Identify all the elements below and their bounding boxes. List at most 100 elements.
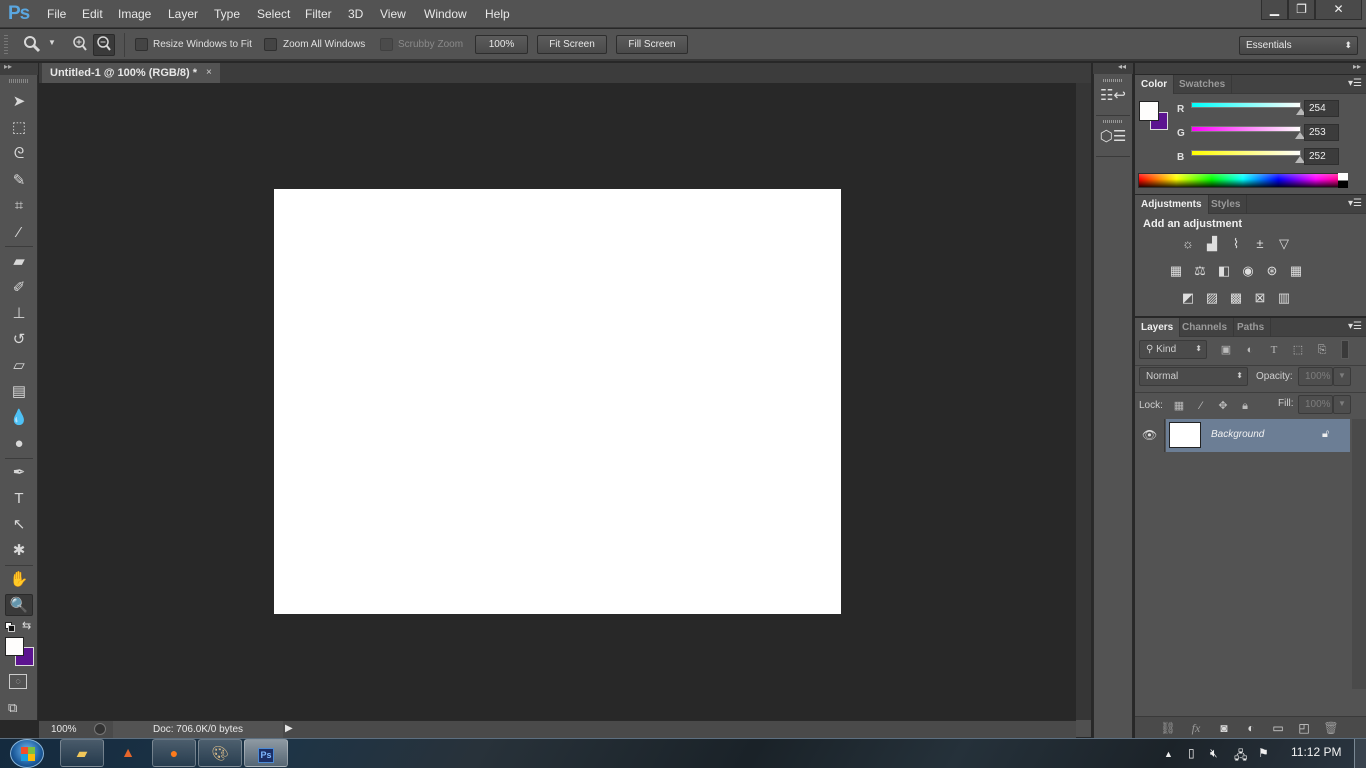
menu-image[interactable]: Image: [118, 7, 151, 21]
tab-styles[interactable]: Styles: [1205, 195, 1248, 214]
quick-mask-icon[interactable]: ◌: [9, 674, 27, 689]
black-white-icon[interactable]: ◧: [1216, 263, 1232, 279]
minimize-button[interactable]: ▁: [1261, 0, 1288, 20]
vibrance-icon[interactable]: ▽: [1276, 236, 1292, 252]
taskbar-photoshop[interactable]: Ps: [244, 739, 288, 767]
menu-file[interactable]: File: [47, 7, 66, 21]
scrubby-zoom-checkbox[interactable]: [380, 38, 393, 51]
menu-window[interactable]: Window: [424, 7, 467, 21]
layer-filter-select[interactable]: ⚲ Kind ⬍: [1139, 340, 1207, 359]
add-mask-icon[interactable]: ◙: [1216, 721, 1232, 735]
filter-adjustment-layers-icon[interactable]: ◐: [1244, 344, 1256, 356]
system-clock[interactable]: 11:12 PM: [1291, 745, 1341, 759]
brightness-contrast-icon[interactable]: ☼: [1180, 236, 1196, 252]
start-button[interactable]: [10, 739, 44, 768]
blur-tool[interactable]: 💧: [5, 407, 33, 429]
fill-screen-button[interactable]: Fill Screen: [616, 35, 688, 54]
zoom-tool[interactable]: 🔍: [5, 594, 33, 616]
menu-3d[interactable]: 3D: [348, 7, 363, 21]
restore-button[interactable]: ❐: [1288, 0, 1315, 20]
marquee-tool[interactable]: ⬚: [5, 117, 33, 139]
zoom-100-button[interactable]: 100%: [475, 35, 528, 54]
opacity-dropdown-icon[interactable]: ▼: [1333, 367, 1351, 386]
pen-tool[interactable]: ✒: [5, 462, 33, 484]
screen-mode-icon[interactable]: ⧉: [8, 700, 28, 715]
3d-panel-button[interactable]: ⬡☰: [1096, 117, 1130, 157]
collapse-dock-icon[interactable]: ◂◂: [1118, 62, 1126, 71]
resize-windows-checkbox[interactable]: [135, 38, 148, 51]
history-brush-tool[interactable]: ↺: [5, 329, 33, 351]
zoom-level-field[interactable]: 100%: [39, 721, 87, 738]
default-colors-icon[interactable]: [5, 622, 15, 632]
hue-saturation-icon[interactable]: ▦: [1168, 263, 1184, 279]
tab-channels[interactable]: Channels: [1176, 318, 1235, 337]
options-bar-grip[interactable]: [4, 35, 8, 55]
fit-screen-button[interactable]: Fit Screen: [537, 35, 607, 54]
gradient-map-icon[interactable]: ▥: [1276, 290, 1292, 306]
fill-dropdown-icon[interactable]: ▼: [1333, 395, 1351, 414]
menu-layer[interactable]: Layer: [168, 7, 198, 21]
new-group-folder-icon[interactable]: ▭: [1270, 721, 1286, 735]
filter-type-layers-icon[interactable]: T: [1268, 344, 1280, 356]
lock-image-pixels-icon[interactable]: ⁄: [1195, 400, 1207, 412]
close-button[interactable]: ✕: [1315, 0, 1362, 20]
dock-header[interactable]: ◂◂: [1093, 62, 1133, 74]
hand-tool[interactable]: ✋: [5, 569, 33, 591]
custom-shape-tool[interactable]: ✱: [5, 540, 33, 562]
status-menu-arrow-icon[interactable]: ▶: [285, 723, 295, 736]
tab-swatches[interactable]: Swatches: [1173, 75, 1233, 94]
volume-muted-icon[interactable]: 🔇︎: [1210, 746, 1218, 761]
foreground-color-swatch[interactable]: [5, 637, 24, 656]
tools-panel-header[interactable]: ▸▸: [0, 62, 38, 75]
document-tab[interactable]: Untitled-1 @ 100% (RGB/8) * ×: [42, 63, 220, 83]
color-spectrum-bar[interactable]: [1138, 173, 1348, 188]
layer-selected[interactable]: Background 🔓︎: [1166, 419, 1350, 452]
selective-color-icon[interactable]: ⊠: [1252, 290, 1268, 306]
healing-brush-tool[interactable]: ▰: [5, 251, 33, 273]
zoom-out-icon[interactable]: [93, 34, 115, 56]
tab-color[interactable]: Color: [1135, 75, 1175, 94]
document-canvas[interactable]: [274, 189, 841, 614]
eyedropper-tool[interactable]: ⁄: [5, 222, 33, 244]
menu-view[interactable]: View: [380, 7, 406, 21]
path-selection-tool[interactable]: ↖: [5, 514, 33, 536]
panels-header[interactable]: ▸▸: [1135, 62, 1366, 74]
blend-mode-select[interactable]: Normal ⬍: [1139, 367, 1248, 386]
levels-icon[interactable]: ▟: [1204, 236, 1220, 252]
brush-tool[interactable]: ✐: [5, 277, 33, 299]
link-layers-icon[interactable]: ⛓︎: [1160, 721, 1176, 735]
lock-position-icon[interactable]: ✥: [1217, 400, 1229, 412]
threshold-icon[interactable]: ▩: [1228, 290, 1244, 306]
dodge-tool[interactable]: ●: [5, 433, 33, 455]
layer-row[interactable]: 👁︎ Background 🔓︎: [1135, 419, 1350, 452]
zoom-in-icon[interactable]: [70, 35, 90, 55]
taskbar-file-explorer[interactable]: ▰: [60, 739, 104, 767]
blue-value-field[interactable]: 252: [1304, 148, 1339, 165]
clone-stamp-tool[interactable]: ⊥: [5, 303, 33, 325]
panel-menu-icon[interactable]: ▾☰: [1348, 198, 1362, 209]
layer-style-fx-icon[interactable]: fx: [1188, 721, 1204, 735]
filter-shape-layers-icon[interactable]: ⬚: [1292, 344, 1304, 356]
workspace-select[interactable]: Essentials ⬍: [1239, 36, 1358, 55]
history-panel-button[interactable]: ☷↩: [1096, 76, 1130, 116]
green-value-field[interactable]: 253: [1304, 124, 1339, 141]
tab-layers[interactable]: Layers: [1135, 318, 1181, 337]
show-hidden-icons-arrow[interactable]: ▲: [1164, 749, 1173, 759]
new-adjustment-layer-icon[interactable]: ◐: [1243, 721, 1259, 735]
taskbar-paint[interactable]: 🎨︎: [198, 739, 242, 767]
photo-filter-icon[interactable]: ◉: [1240, 263, 1256, 279]
zoom-all-windows-checkbox[interactable]: [264, 38, 277, 51]
proof-status-icon[interactable]: [94, 723, 106, 735]
lasso-tool[interactable]: ᘓ: [5, 143, 33, 165]
quick-selection-tool[interactable]: ✎: [5, 170, 33, 192]
delete-layer-trash-icon[interactable]: 🗑︎: [1323, 721, 1339, 735]
menu-edit[interactable]: Edit: [82, 7, 103, 21]
network-icon[interactable]: 🖧︎: [1234, 746, 1247, 767]
curves-icon[interactable]: ⌇: [1228, 236, 1244, 252]
vertical-scrollbar[interactable]: [1076, 83, 1091, 720]
zoom-icon[interactable]: [22, 35, 42, 55]
tab-paths[interactable]: Paths: [1231, 318, 1272, 337]
eraser-tool[interactable]: ▱: [5, 355, 33, 377]
show-desktop-button[interactable]: [1354, 739, 1366, 768]
tools-panel-grip[interactable]: [9, 79, 29, 83]
